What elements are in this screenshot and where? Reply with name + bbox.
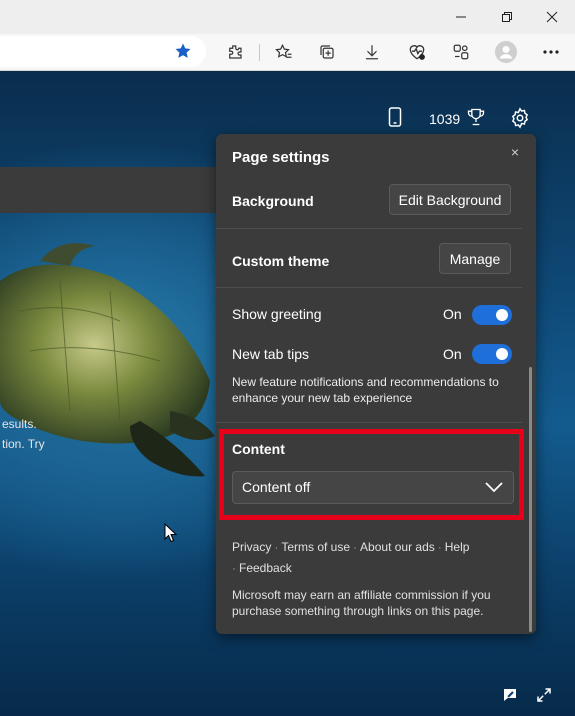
rewards-points[interactable]: 1039: [429, 111, 460, 127]
feedback-link[interactable]: Feedback: [239, 561, 292, 575]
search-box[interactable]: [0, 167, 216, 213]
divider: [216, 287, 522, 288]
favorites-icon[interactable]: [271, 39, 297, 65]
minimize-icon[interactable]: [438, 0, 484, 34]
edit-background-button[interactable]: Edit Background: [389, 184, 511, 215]
panel-title: Page settings: [232, 149, 330, 166]
link-separator: ·: [353, 540, 358, 554]
terms-link[interactable]: Terms of use: [281, 540, 350, 554]
help-link[interactable]: Help: [445, 540, 470, 554]
divider: [216, 422, 522, 423]
background-label: Background: [232, 193, 314, 209]
new-tab-tips-label: New tab tips: [232, 346, 310, 362]
mouse-cursor-icon: [164, 523, 178, 543]
trophy-icon[interactable]: [466, 107, 486, 127]
toolbar-divider: [259, 44, 260, 61]
page-text-fragment: esults.: [2, 417, 37, 431]
new-tab-tips-state: On: [443, 346, 462, 362]
collections-icon[interactable]: [314, 39, 340, 65]
restore-icon[interactable]: [484, 0, 530, 34]
browser-toolbar: [0, 34, 575, 71]
custom-theme-label: Custom theme: [232, 253, 330, 269]
link-separator: ·: [437, 540, 442, 554]
show-greeting-toggle[interactable]: [472, 305, 512, 325]
profile-icon[interactable]: [493, 39, 519, 65]
favorite-star-icon[interactable]: [174, 42, 192, 65]
show-greeting-label: Show greeting: [232, 306, 322, 322]
link-separator: ·: [232, 561, 236, 575]
highlight-box: [219, 429, 524, 520]
toggle-knob: [496, 309, 508, 321]
about-ads-link[interactable]: About our ads: [360, 540, 435, 554]
copilot-icon[interactable]: [448, 39, 474, 65]
address-bar[interactable]: [0, 36, 206, 67]
privacy-link[interactable]: Privacy: [232, 540, 271, 554]
extensions-icon[interactable]: [222, 39, 248, 65]
page-settings-panel: Page settings × Background Edit Backgrou…: [216, 134, 536, 634]
manage-button[interactable]: Manage: [439, 243, 511, 274]
more-icon[interactable]: [538, 39, 564, 65]
browser-essentials-icon[interactable]: [404, 39, 430, 65]
footer-links: Privacy · Terms of use · About our ads · Help ·…: [232, 537, 522, 579]
page-text-fragment: tion. Try: [2, 437, 45, 451]
title-bar: [0, 0, 575, 34]
show-greeting-state: On: [443, 306, 462, 322]
scrollbar[interactable]: [529, 367, 532, 632]
tips-description: New feature notifications and recommenda…: [232, 375, 499, 405]
close-icon[interactable]: ×: [506, 143, 524, 161]
affiliate-disclaimer: Microsoft may earn an affiliate commissi…: [232, 588, 491, 618]
downloads-icon[interactable]: [359, 39, 385, 65]
divider: [216, 228, 522, 229]
gear-icon[interactable]: [509, 107, 531, 129]
mobile-icon[interactable]: [388, 107, 402, 127]
close-icon[interactable]: [529, 0, 575, 34]
toggle-knob: [496, 348, 508, 360]
link-separator: ·: [274, 540, 279, 554]
fullscreen-icon[interactable]: [535, 686, 553, 709]
new-tab-tips-toggle[interactable]: [472, 344, 512, 364]
feedback-icon[interactable]: [501, 686, 519, 709]
